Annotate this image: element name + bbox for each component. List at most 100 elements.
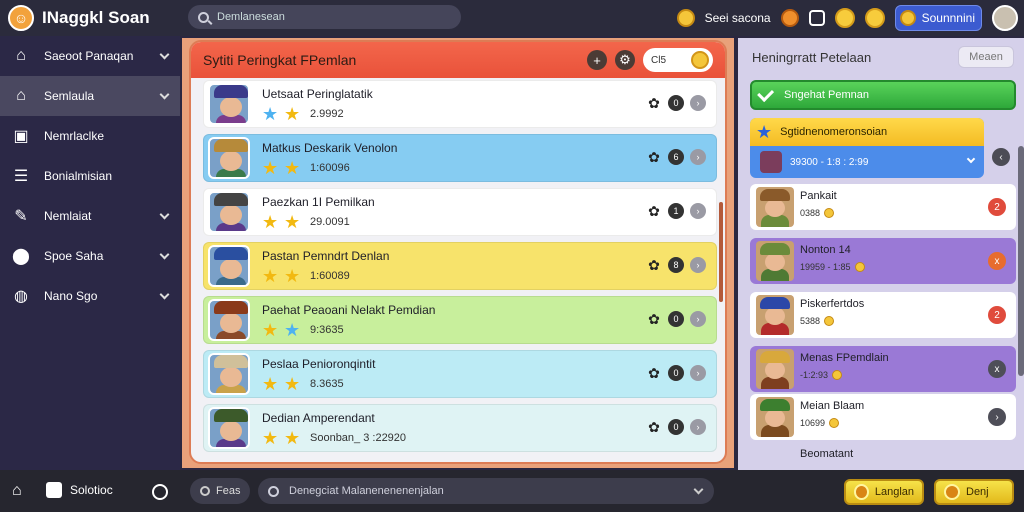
gear-icon[interactable]: ✿ xyxy=(646,365,662,381)
star-icon: ★ xyxy=(284,374,301,394)
chevron-left-icon[interactable]: ‹ xyxy=(992,148,1010,166)
player-name: Paezkan 1I Pemilkan xyxy=(262,195,375,209)
leaderboard-scrollbar[interactable] xyxy=(719,202,723,302)
bottom-bar-button[interactable]: Solotioc xyxy=(46,482,113,498)
table-row[interactable]: Uetsaat Peringlatatik ★ ★ 2.9992 ✿ 0 › xyxy=(203,80,717,128)
sidebar-item-4[interactable]: ✎ Nemlaiat xyxy=(0,196,180,236)
sidebar-item-1[interactable]: ⌂ Semlaula xyxy=(0,76,180,116)
row-badge[interactable]: 1 xyxy=(668,203,684,219)
header-search-pill[interactable]: Cl5 xyxy=(643,48,713,72)
chevron-right-icon[interactable]: › xyxy=(690,203,706,219)
friends-footer[interactable]: Beomatant xyxy=(750,440,1016,468)
chevron-right-icon[interactable]: › xyxy=(690,365,706,381)
friend-name: Piskerfertdos xyxy=(800,298,865,310)
user-avatar[interactable] xyxy=(992,5,1018,31)
coins-label[interactable]: Seei sacona xyxy=(705,11,771,25)
gear-icon[interactable]: ✿ xyxy=(646,149,662,165)
smile-face-icon[interactable] xyxy=(834,8,855,28)
sidebar-item-5[interactable]: ⬤ Spoe Saha xyxy=(0,236,180,276)
chevron-down-icon[interactable] xyxy=(159,289,170,300)
chevron-right-icon[interactable]: › xyxy=(690,149,706,165)
list-item[interactable]: Nonton 14 19959 - 1:85 x xyxy=(750,238,1016,284)
table-row[interactable]: Matkus Deskarik Venolon ★ ★ 1:60096 ✿ 6 › xyxy=(203,134,717,182)
player-score: 1:60096 xyxy=(310,162,350,174)
chevron-down-icon[interactable] xyxy=(159,49,170,60)
list-item[interactable]: Menas FPemdlain -1:2:93 x xyxy=(750,346,1016,392)
featured-friend-card[interactable]: ★ Sgtidnenomeronsoian 39300 - 1:8 : 2:99 xyxy=(750,118,984,178)
table-row[interactable]: Pastan Pemndrt Denlan ★ ★ 1:60089 ✿ 8 › xyxy=(203,242,717,290)
list-item[interactable]: Piskerfertdos 5388 2 xyxy=(750,292,1016,338)
brand[interactable]: ☺ INaggkl Soan xyxy=(0,5,180,31)
yellow-button-1[interactable]: Langlan xyxy=(844,479,924,505)
add-icon[interactable]: + xyxy=(587,50,607,70)
row-badge[interactable]: 0 xyxy=(668,419,684,435)
yellow-button-1-label: Langlan xyxy=(874,486,914,498)
chevron-right-icon[interactable]: › xyxy=(690,311,706,327)
chevron-down-icon[interactable] xyxy=(159,249,170,260)
coin-icon xyxy=(691,51,709,69)
gear-icon[interactable]: ✿ xyxy=(646,419,662,435)
player-meta: ★ ★ 29.0091 xyxy=(262,213,350,231)
list-item[interactable]: Meian Blaam 10699 › xyxy=(750,394,1016,440)
table-row[interactable]: Paezkan 1I Pemilkan ★ ★ 29.0091 ✿ 1 › xyxy=(203,188,717,236)
sidebar-item-label: Bonialmisian xyxy=(44,169,113,183)
pin-drop-icon: ⬤ xyxy=(12,248,30,265)
sidebar-item-0[interactable]: ⌂ Saeoot Panaqan xyxy=(0,36,180,76)
chevron-right-icon[interactable]: › xyxy=(690,419,706,435)
yellow-button-2[interactable]: Denj xyxy=(934,479,1014,505)
gear-icon[interactable]: ✿ xyxy=(646,311,662,327)
star-icon: ★ xyxy=(262,158,279,178)
friend-name: Nonton 14 xyxy=(800,244,851,256)
table-row[interactable]: Paehat Peaoani Nelakt Pemdian ★ ★ 9:3635 … xyxy=(203,296,717,344)
avatar xyxy=(208,83,250,125)
briefcase-icon: ▣ xyxy=(13,128,29,145)
sidebar-item-2[interactable]: ▣ Nemrlaclke xyxy=(0,116,180,156)
globe-icon: ◍ xyxy=(14,288,28,305)
top-search-input[interactable]: Demlanesean xyxy=(188,5,461,29)
bottom-search-input[interactable]: Denegciat Malanenenenenjalan xyxy=(258,478,714,504)
controller-icon[interactable] xyxy=(808,10,825,26)
friend-action-button[interactable]: x xyxy=(988,360,1006,378)
friend-action-button[interactable]: › xyxy=(988,408,1006,426)
row-badge[interactable]: 6 xyxy=(668,149,684,165)
profile-button[interactable]: Sounnnini xyxy=(894,5,982,31)
player-name: Pastan Pemndrt Denlan xyxy=(262,249,390,263)
gear-icon[interactable]: ✿ xyxy=(646,257,662,273)
row-badge[interactable]: 0 xyxy=(668,311,684,327)
laugh-face-icon[interactable] xyxy=(864,8,885,28)
energy-icon[interactable] xyxy=(780,9,799,27)
sidebar-item-label: Saeoot Panaqan xyxy=(44,49,134,63)
row-badge[interactable]: 8 xyxy=(668,257,684,273)
table-row[interactable]: Dedian Amperendant ★ ★ Soonban_ 3 :22920 … xyxy=(203,404,717,452)
clock-icon[interactable] xyxy=(152,484,168,500)
list-item[interactable]: Pankait 0388 2 xyxy=(750,184,1016,230)
friend-action-button[interactable]: 2 xyxy=(988,198,1006,216)
chevron-down-icon[interactable] xyxy=(159,89,170,100)
star-icon: ★ xyxy=(262,374,279,394)
sidebar-item-3[interactable]: ☰ Bonialmisian xyxy=(0,156,180,196)
friend-action-button[interactable]: 2 xyxy=(988,306,1006,324)
player-meta: ★ ★ 1:60096 xyxy=(262,159,350,177)
table-row[interactable]: Peslaa Penioronqintit ★ ★ 8.3635 ✿ 0 › xyxy=(203,350,717,398)
row-badge[interactable]: 0 xyxy=(668,95,684,111)
chevron-down-icon[interactable] xyxy=(693,484,704,495)
leaderboard-card: Sytiti Peringkat FPemlan + ⚙ Cl5 Uetsaat… xyxy=(189,40,727,464)
chevron-right-icon[interactable]: › xyxy=(690,95,706,111)
row-controls: ✿ 0 › xyxy=(646,95,706,111)
friends-scrollbar[interactable] xyxy=(1018,146,1024,376)
green-action-button[interactable]: Sngehat Pemnan xyxy=(750,80,1016,110)
chevron-right-icon[interactable]: › xyxy=(690,257,706,273)
sidebar-item-6[interactable]: ◍ Nano Sgo xyxy=(0,276,180,316)
row-badge[interactable]: 0 xyxy=(668,365,684,381)
settings-icon[interactable]: ⚙ xyxy=(615,50,635,70)
gear-icon[interactable]: ✿ xyxy=(646,95,662,111)
chevron-down-icon[interactable] xyxy=(966,154,976,164)
filter-chip[interactable]: Feas xyxy=(190,478,250,504)
chevron-down-icon[interactable] xyxy=(159,209,170,220)
gear-icon[interactable]: ✿ xyxy=(646,203,662,219)
filter-label: Feas xyxy=(216,485,241,497)
home-icon[interactable]: ⌂ xyxy=(12,482,30,500)
friend-action-button[interactable]: x xyxy=(988,252,1006,270)
avatar xyxy=(208,191,250,233)
more-button[interactable]: Meaen xyxy=(958,46,1014,68)
